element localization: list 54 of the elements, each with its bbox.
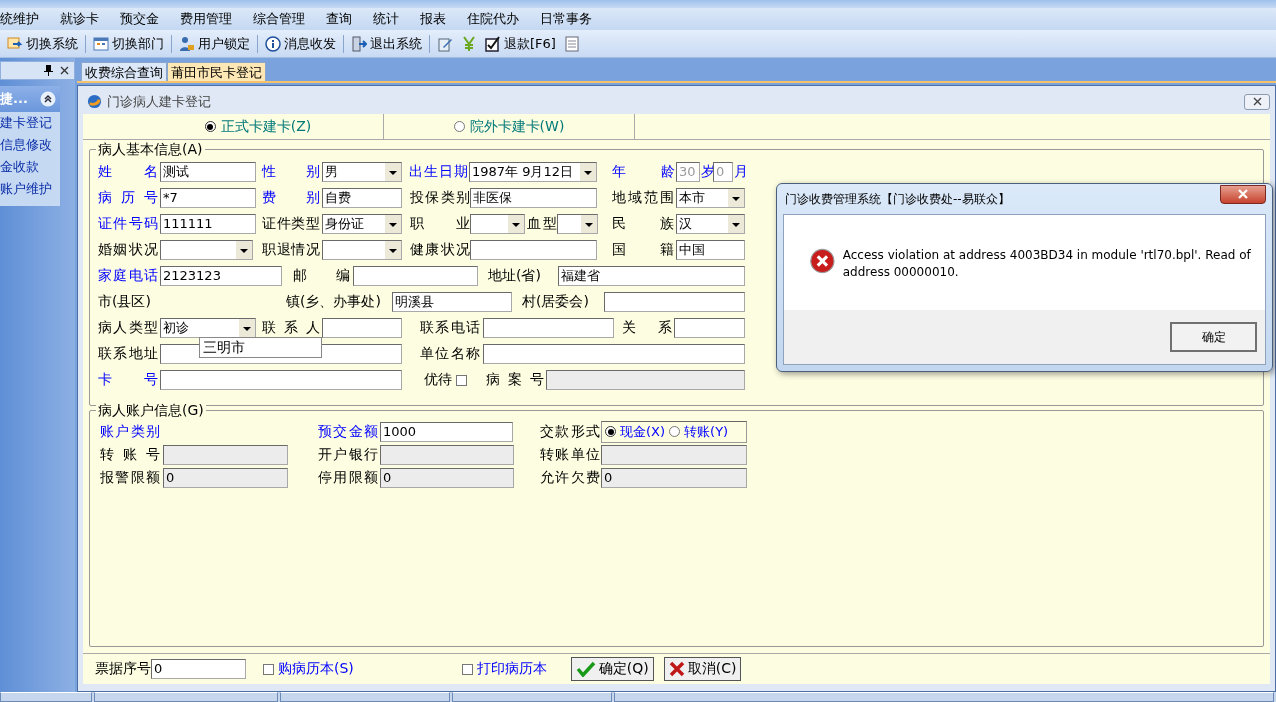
field-label: 联系电话	[420, 319, 480, 337]
field-label: 性别	[262, 163, 320, 181]
window-title: 门诊病人建卡登记	[107, 92, 212, 111]
field-label: 转账号	[100, 445, 160, 464]
field-label: 卡号	[98, 371, 158, 389]
field-label: 病人类型	[98, 319, 158, 337]
field-label: 姓名	[98, 163, 158, 181]
field-label: 转账单位	[540, 445, 600, 464]
field-label: 国籍	[612, 241, 674, 259]
field-label: 账户类别	[100, 422, 160, 441]
field-label: 联系人	[262, 319, 320, 337]
field-label: 停用限额	[318, 468, 378, 487]
field-label: 关系	[622, 319, 672, 337]
field-label: 职业	[410, 215, 470, 233]
field-label: 病案号	[486, 371, 544, 389]
disabled-field: 0	[713, 162, 733, 182]
group-title: 病人基本信息(A)	[96, 141, 205, 159]
field-label: 投保类别	[410, 189, 470, 207]
field-label: 村(居委会)	[522, 293, 590, 311]
field-label: 民族	[612, 215, 674, 233]
field-label: 地域范围	[612, 189, 674, 207]
disabled-field: 30	[676, 162, 700, 182]
readonly-field: 0	[380, 467, 514, 488]
dialog-title: 门诊收费管理系统【门诊收费处--易联众】	[784, 190, 1010, 208]
field-label: 交款形式	[540, 422, 600, 441]
field-label: 血型	[527, 215, 557, 233]
readonly-field: 0	[163, 467, 288, 488]
readonly-field: 0	[601, 467, 747, 488]
field-label: 年龄	[612, 163, 675, 181]
field-label: 联系地址	[98, 345, 158, 363]
group-title: 病人账户信息(G)	[96, 402, 206, 420]
field-label: 岁	[701, 163, 712, 181]
field-label: 月	[734, 163, 748, 181]
field-label: 职退情况	[262, 241, 320, 259]
field-label: 健康状况	[410, 241, 470, 259]
field-label: 镇(乡、办事处)	[286, 293, 382, 311]
field-label: 病历号	[98, 189, 158, 207]
field-label: 报警限额	[100, 468, 160, 487]
field-label: 婚姻状况	[98, 241, 158, 259]
field-label: 地址(省)	[488, 267, 542, 285]
field-label: 单位名称	[420, 345, 480, 363]
field-label: 证件类型	[262, 215, 320, 233]
field-label: 开户银行	[318, 445, 378, 464]
sidebar-title: 捷...	[0, 90, 28, 108]
field-label: 邮编	[293, 267, 350, 285]
field-label: 费别	[262, 189, 320, 207]
field-label: 票据序号	[95, 660, 151, 678]
field-label: 市(县区)	[98, 293, 152, 311]
field-label: 允许欠费	[540, 468, 600, 487]
error-message: Access violation at address 4003BD34 in module 'rtl70.bpl'. Read of address 00000010.	[842, 247, 1251, 281]
field-label: 出生日期	[409, 163, 468, 181]
field-label: 证件号码	[98, 215, 158, 233]
field-label: 家庭电话	[98, 267, 158, 285]
field-label: 预交金额	[318, 422, 378, 441]
